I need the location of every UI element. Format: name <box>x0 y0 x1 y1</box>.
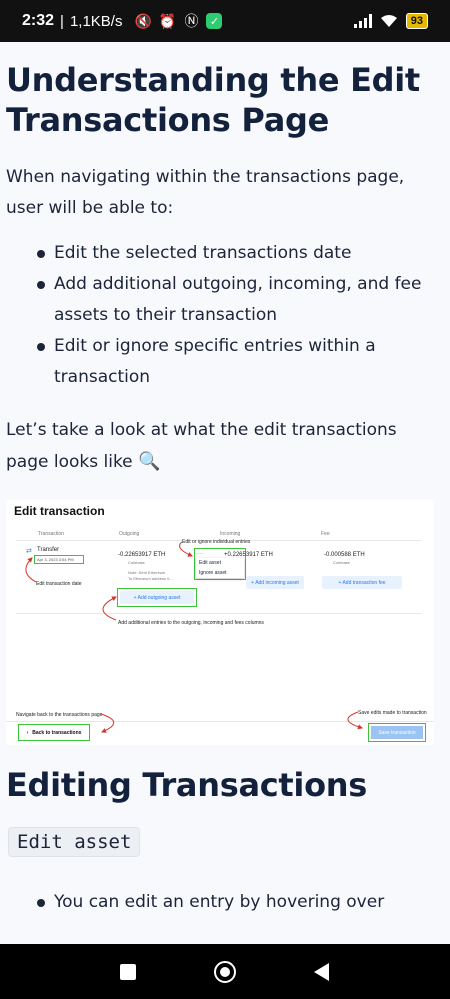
shield-icon: ✓ <box>206 13 223 29</box>
system-nav-bar <box>0 944 450 999</box>
home-circle-icon <box>213 960 236 983</box>
nfc-icon: Ⓝ <box>184 13 199 29</box>
battery-icon: 93 <box>405 13 428 29</box>
code-edit-asset: Edit asset <box>8 827 141 857</box>
recents-button[interactable] <box>108 952 148 992</box>
annotation-arrows <box>25 541 363 733</box>
intro-paragraph: When navigating within the transactions … <box>6 167 405 218</box>
status-time: 2:32 <box>22 12 55 29</box>
home-button[interactable] <box>205 952 245 992</box>
article-content[interactable]: Understanding the Edit Transactions Page… <box>0 42 450 944</box>
arrow-date <box>25 557 37 583</box>
arrow-add-entries <box>102 596 117 621</box>
back-triangle-icon <box>314 962 330 981</box>
arrow-save <box>347 711 363 730</box>
list-item: Edit or ignore specific entries within a… <box>37 331 444 393</box>
status-speed: 1,1KB/s <box>69 12 123 30</box>
lookahead-paragraph: Let’s take a look at what the edit trans… <box>6 415 444 478</box>
arrow-back <box>100 713 115 733</box>
signal-icon <box>353 14 372 28</box>
edit-transaction-screenshot: Edit transaction Transaction Outgoing In… <box>6 500 434 745</box>
wifi-icon <box>380 12 398 30</box>
square-icon <box>120 963 137 980</box>
list-item: Edit the selected transactions date <box>37 238 444 269</box>
capabilities-list: Edit the selected transactions date Add … <box>6 238 444 393</box>
status-bar: 2:32 | 1,1KB/s 🔇 ⏰ Ⓝ ✓ 93 <box>0 0 450 42</box>
back-button[interactable] <box>302 952 342 992</box>
mute-icon: 🔇 <box>134 12 153 29</box>
arrow-edit-ignore <box>179 541 193 557</box>
list-item: You can edit an entry by hovering over <box>37 887 444 918</box>
list-item: Add additional outgoing, incoming, and f… <box>37 269 444 331</box>
status-divider: | <box>60 12 64 30</box>
section-title-editing: Editing Transactions <box>6 766 367 804</box>
lookahead-text: Let’s take a look at what the edit trans… <box>6 420 397 472</box>
section-title-understanding: Understanding the Edit Transactions Page <box>6 61 420 139</box>
magnifier-icon: 🔍 <box>138 451 161 472</box>
editing-list: You can edit an entry by hovering over <box>6 887 444 918</box>
alarm-icon: ⏰ <box>158 12 177 29</box>
